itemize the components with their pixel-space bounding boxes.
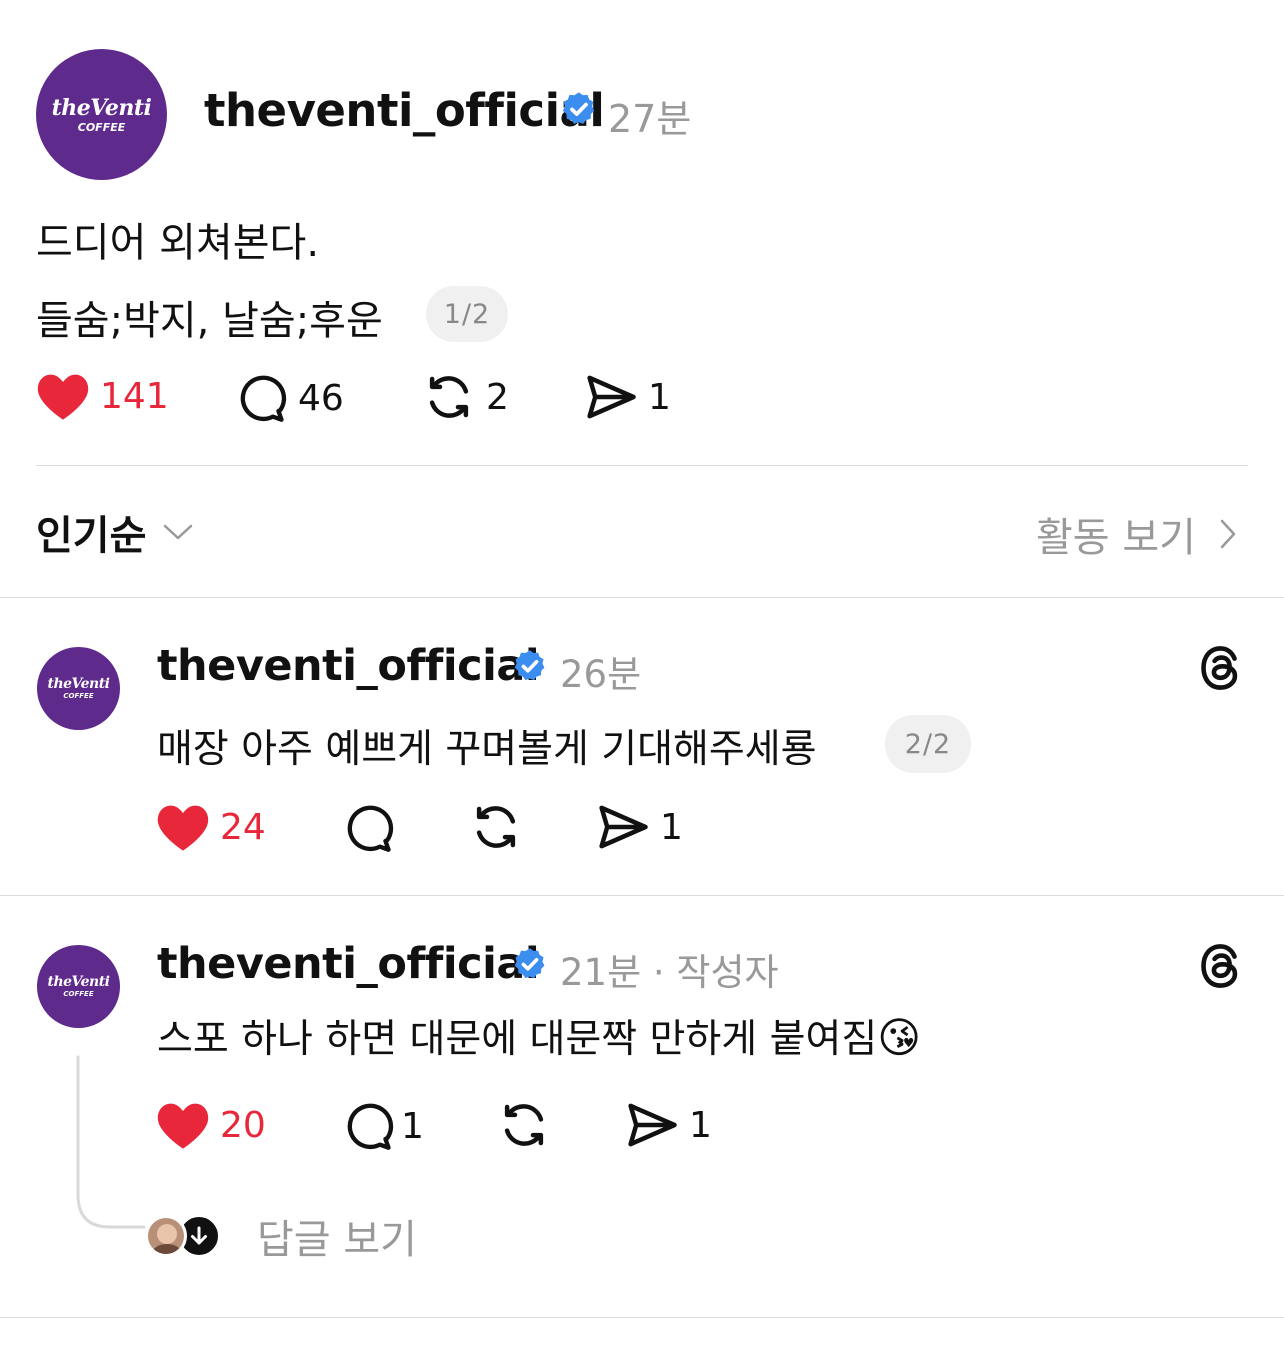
post-text-line-1: 드디어 외쳐본다. (36, 220, 320, 266)
reply-text: 매장 아주 예쁘게 꾸며볼게 기대해주세룡 (157, 727, 817, 772)
replier-avatar (145, 1215, 187, 1257)
sort-label: 인기순 (36, 513, 147, 559)
reply-share-count: 1 (660, 806, 683, 848)
chevron-right-icon (1220, 519, 1236, 549)
reply-like-count: 20 (220, 1104, 266, 1146)
post-like-button[interactable]: 141 (36, 370, 169, 422)
post-share-button[interactable]: 1 (584, 372, 671, 422)
reply-share-button[interactable]: 1 (625, 1100, 712, 1150)
comment-icon (347, 805, 394, 852)
comment-icon (347, 1103, 394, 1150)
post-share-count: 1 (648, 376, 671, 418)
chevron-down-icon (164, 524, 193, 540)
thread-connector-line (76, 1055, 146, 1229)
verified-icon (562, 92, 595, 124)
divider (0, 597, 1284, 598)
reply-username[interactable]: theventi_official (157, 939, 540, 989)
avatar-logo-subtext: COFFEE (63, 692, 94, 700)
post-repost-button[interactable]: 2 (422, 370, 509, 424)
reply-text: 스포 하나 하면 대문에 대문짝 만하게 붙여짐 (157, 1017, 878, 1062)
reply-repost-button[interactable] (497, 1098, 551, 1152)
reply-avatar[interactable]: theVenti COFFEE (37, 647, 120, 730)
reply-time: 21분 · 작성자 (560, 951, 779, 994)
reply-repost-button[interactable] (469, 800, 523, 854)
reply-share-count: 1 (689, 1104, 712, 1146)
reply-comment-button[interactable]: 1 (343, 1100, 424, 1152)
reply-username[interactable]: theventi_official (157, 641, 540, 691)
reply-pager-badge[interactable]: 2/2 (885, 715, 971, 773)
comment-icon (240, 375, 287, 422)
post-like-count: 141 (100, 375, 169, 417)
post-avatar[interactable]: theVenti COFFEE (36, 49, 167, 180)
reply-text-row: 스포 하나 하면 대문에 대문짝 만하게 붙여짐😘 (157, 1008, 921, 1064)
repost-icon (504, 1104, 544, 1146)
verified-icon (514, 948, 545, 979)
divider (36, 465, 1248, 466)
avatar-logo-text: theVenti (51, 94, 152, 121)
share-icon (628, 1103, 677, 1147)
verified-icon (514, 650, 545, 681)
heart-icon (157, 1103, 209, 1149)
reply-like-button[interactable]: 24 (156, 801, 266, 853)
post-comment-count: 46 (298, 377, 344, 419)
reply-share-button[interactable]: 1 (596, 802, 683, 852)
post-text-line-2: 들숨;박지, 날숨;후운 (36, 298, 383, 344)
reply-avatar[interactable]: theVenti COFFEE (37, 945, 120, 1028)
reply-comment-count: 1 (401, 1105, 424, 1147)
repost-icon (476, 806, 516, 848)
activity-view-link[interactable]: 활동 보기 (1036, 505, 1238, 563)
threads-icon[interactable] (1196, 941, 1246, 991)
avatar-logo-subtext: COFFEE (63, 990, 94, 998)
avatar-logo-text: theVenti (47, 676, 110, 692)
heart-icon (157, 805, 209, 851)
view-replies-label: 답글 보기 (257, 1217, 417, 1263)
heart-icon (37, 374, 89, 420)
reply-comment-button[interactable] (343, 802, 395, 854)
divider (0, 1317, 1284, 1318)
reply-time: 26분 (560, 653, 642, 696)
post-username[interactable]: theventi_official (204, 84, 605, 137)
avatar-logo-subtext: COFFEE (77, 120, 126, 134)
share-icon (587, 375, 636, 419)
view-replies-button[interactable]: 답글 보기 (145, 1207, 417, 1265)
reply-like-button[interactable]: 20 (156, 1099, 266, 1151)
post-repost-count: 2 (486, 376, 509, 418)
post-comment-button[interactable]: 46 (236, 372, 344, 424)
post-pager-badge[interactable]: 1/2 (426, 286, 508, 342)
divider (0, 895, 1284, 896)
kiss-emoji: 😘 (877, 1013, 922, 1062)
avatar-logo-text: theVenti (47, 974, 110, 990)
repost-icon (429, 376, 469, 418)
activity-view-label: 활동 보기 (1036, 515, 1196, 561)
reply-like-count: 24 (220, 806, 266, 848)
share-icon (599, 805, 648, 849)
sort-dropdown[interactable]: 인기순 (36, 503, 194, 561)
post-time: 27분 (608, 97, 692, 141)
threads-icon[interactable] (1196, 643, 1246, 693)
